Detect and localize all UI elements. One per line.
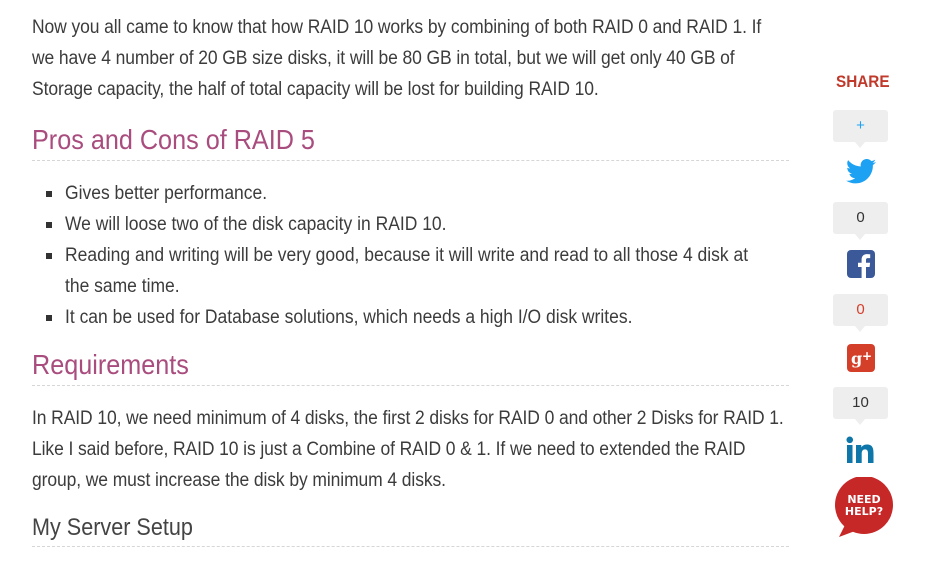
pros-list: Gives better performance. We will loose … [32, 178, 789, 333]
need-help-badge[interactable]: NEED HELP? [831, 476, 895, 539]
share-count-plus[interactable]: + [833, 110, 888, 148]
twitter-icon[interactable] [843, 154, 878, 189]
heading-divider [32, 546, 789, 547]
requirements-heading: Requirements [32, 349, 189, 380]
heading-divider [32, 385, 789, 386]
list-item: We will loose two of the disk capacity i… [32, 209, 789, 240]
pros-cons-heading: Pros and Cons of RAID 5 [32, 124, 315, 155]
linkedin-icon[interactable] [843, 432, 878, 467]
list-item: It can be used for Database solutions, w… [32, 302, 789, 333]
svg-text:HELP?: HELP? [845, 505, 883, 518]
list-item: Reading and writing will be very good, b… [32, 240, 789, 302]
share-count-facebook[interactable]: 0 [833, 202, 888, 240]
svg-text:+: + [862, 349, 872, 363]
server-setup-heading: My Server Setup [32, 514, 193, 541]
intro-paragraph: Now you all came to know that how RAID 1… [32, 17, 762, 100]
share-label: SHARE [836, 72, 890, 91]
heading-divider [32, 160, 789, 161]
list-item: Gives better performance. [32, 178, 789, 209]
requirements-paragraph: In RAID 10, we need minimum of 4 disks, … [32, 408, 784, 491]
google-plus-icon[interactable]: g + [843, 340, 878, 375]
share-count-google-plus[interactable]: 0 [833, 294, 888, 332]
svg-text:g: g [851, 349, 862, 368]
facebook-icon[interactable] [843, 246, 878, 281]
share-count-linkedin[interactable]: 10 [833, 387, 888, 425]
